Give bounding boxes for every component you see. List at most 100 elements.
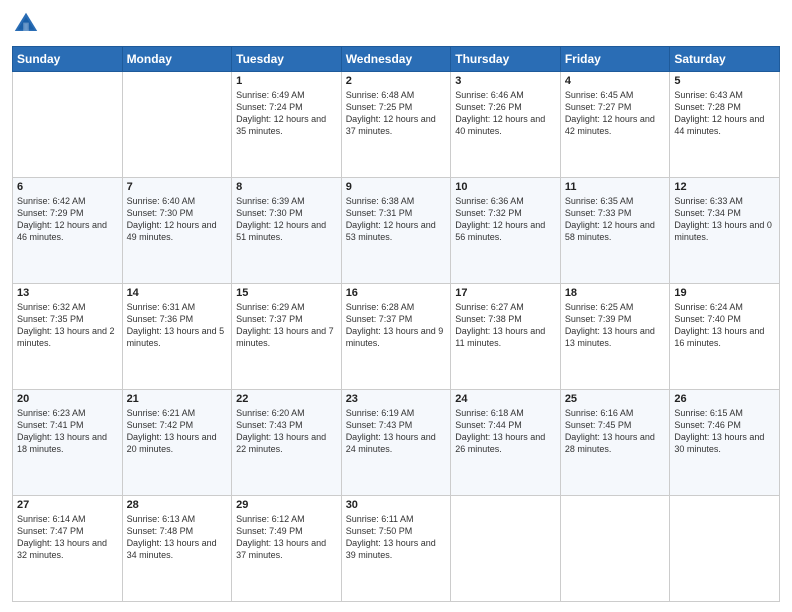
calendar-cell: 10 Sunrise: 6:36 AM Sunset: 7:32 PM Dayli… <box>451 178 561 284</box>
day-number: 18 <box>565 287 666 299</box>
calendar-cell <box>560 496 670 602</box>
day-number: 2 <box>346 75 447 87</box>
calendar-cell: 23Sunrise: 6:19 AM Sunset: 7:43 PM Dayli… <box>341 390 451 496</box>
header <box>12 10 780 38</box>
day-number: 25 <box>565 393 666 405</box>
day-info: Sunrise: 6:43 AM Sunset: 7:28 PM Dayligh… <box>674 89 775 138</box>
day-number: 21 <box>127 393 228 405</box>
day-info: Sunrise: 6:29 AM Sunset: 7:37 PM Dayligh… <box>236 301 337 350</box>
day-info: Sunrise: 6:36 AM Sunset: 7:32 PM Dayligh… <box>455 195 556 244</box>
day-number: 27 <box>17 499 118 511</box>
calendar-table: SundayMondayTuesdayWednesdayThursdayFrid… <box>12 46 780 602</box>
calendar-cell: 16 Sunrise: 6:28 AM Sunset: 7:37 PM Dayli… <box>341 284 451 390</box>
day-info: Sunrise: 6:39 AM Sunset: 7:30 PM Dayligh… <box>236 195 337 244</box>
day-number: 11 <box>565 181 666 193</box>
weekday-header-sunday: Sunday <box>13 47 123 72</box>
day-info: Sunrise: 6:25 AM Sunset: 7:39 PM Dayligh… <box>565 301 666 350</box>
day-info: Sunrise: 6:48 AM Sunset: 7:25 PM Dayligh… <box>346 89 447 138</box>
day-number: 10 <box>455 181 556 193</box>
day-info: Sunrise: 6:11 AM Sunset: 7:50 PM Dayligh… <box>346 513 447 562</box>
weekday-header-friday: Friday <box>560 47 670 72</box>
calendar-cell <box>670 496 780 602</box>
calendar-cell: 12 Sunrise: 6:33 AM Sunset: 7:34 PM Dayli… <box>670 178 780 284</box>
day-info: Sunrise: 6:40 AM Sunset: 7:30 PM Dayligh… <box>127 195 228 244</box>
calendar-week-3: 13Sunrise: 6:32 AM Sunset: 7:35 PM Dayli… <box>13 284 780 390</box>
calendar-cell: 11 Sunrise: 6:35 AM Sunset: 7:33 PM Dayli… <box>560 178 670 284</box>
weekday-header-thursday: Thursday <box>451 47 561 72</box>
calendar-cell: 27Sunrise: 6:14 AM Sunset: 7:47 PM Dayli… <box>13 496 123 602</box>
day-info: Sunrise: 6:19 AM Sunset: 7:43 PM Dayligh… <box>346 407 447 456</box>
day-info: Sunrise: 6:16 AM Sunset: 7:45 PM Dayligh… <box>565 407 666 456</box>
day-number: 15 <box>236 287 337 299</box>
day-info: Sunrise: 6:18 AM Sunset: 7:44 PM Dayligh… <box>455 407 556 456</box>
calendar-cell: 5 Sunrise: 6:43 AM Sunset: 7:28 PM Daylig… <box>670 72 780 178</box>
calendar-cell: 24 Sunrise: 6:18 AM Sunset: 7:44 PM Dayli… <box>451 390 561 496</box>
page: SundayMondayTuesdayWednesdayThursdayFrid… <box>0 0 792 612</box>
weekday-header-monday: Monday <box>122 47 232 72</box>
calendar-cell: 13Sunrise: 6:32 AM Sunset: 7:35 PM Dayli… <box>13 284 123 390</box>
day-number: 7 <box>127 181 228 193</box>
calendar-cell: 26 Sunrise: 6:15 AM Sunset: 7:46 PM Dayli… <box>670 390 780 496</box>
weekday-header-saturday: Saturday <box>670 47 780 72</box>
day-info: Sunrise: 6:35 AM Sunset: 7:33 PM Dayligh… <box>565 195 666 244</box>
day-number: 9 <box>346 181 447 193</box>
calendar-cell: 6 Sunrise: 6:42 AM Sunset: 7:29 PM Daylig… <box>13 178 123 284</box>
calendar-cell: 4 Sunrise: 6:45 AM Sunset: 7:27 PM Daylig… <box>560 72 670 178</box>
day-info: Sunrise: 6:20 AM Sunset: 7:43 PM Dayligh… <box>236 407 337 456</box>
day-info: Sunrise: 6:31 AM Sunset: 7:36 PM Dayligh… <box>127 301 228 350</box>
day-info: Sunrise: 6:45 AM Sunset: 7:27 PM Dayligh… <box>565 89 666 138</box>
day-info: Sunrise: 6:49 AM Sunset: 7:24 PM Dayligh… <box>236 89 337 138</box>
day-info: Sunrise: 6:38 AM Sunset: 7:31 PM Dayligh… <box>346 195 447 244</box>
day-number: 29 <box>236 499 337 511</box>
weekday-header-wednesday: Wednesday <box>341 47 451 72</box>
day-info: Sunrise: 6:12 AM Sunset: 7:49 PM Dayligh… <box>236 513 337 562</box>
calendar-cell: 8Sunrise: 6:39 AM Sunset: 7:30 PM Daylig… <box>232 178 342 284</box>
calendar-cell: 17 Sunrise: 6:27 AM Sunset: 7:38 PM Dayli… <box>451 284 561 390</box>
day-number: 24 <box>455 393 556 405</box>
calendar-cell: 9 Sunrise: 6:38 AM Sunset: 7:31 PM Daylig… <box>341 178 451 284</box>
day-info: Sunrise: 6:15 AM Sunset: 7:46 PM Dayligh… <box>674 407 775 456</box>
day-number: 5 <box>674 75 775 87</box>
day-number: 20 <box>17 393 118 405</box>
day-number: 16 <box>346 287 447 299</box>
calendar-cell: 25 Sunrise: 6:16 AM Sunset: 7:45 PM Dayli… <box>560 390 670 496</box>
logo <box>12 10 44 38</box>
calendar-cell <box>13 72 123 178</box>
day-info: Sunrise: 6:33 AM Sunset: 7:34 PM Dayligh… <box>674 195 775 244</box>
weekday-header-tuesday: Tuesday <box>232 47 342 72</box>
calendar-week-4: 20 Sunrise: 6:23 AM Sunset: 7:41 PM Dayli… <box>13 390 780 496</box>
day-number: 6 <box>17 181 118 193</box>
calendar-cell: 3 Sunrise: 6:46 AM Sunset: 7:26 PM Daylig… <box>451 72 561 178</box>
calendar-cell <box>451 496 561 602</box>
day-number: 14 <box>127 287 228 299</box>
day-number: 26 <box>674 393 775 405</box>
day-number: 28 <box>127 499 228 511</box>
day-number: 12 <box>674 181 775 193</box>
calendar-week-2: 6 Sunrise: 6:42 AM Sunset: 7:29 PM Daylig… <box>13 178 780 284</box>
calendar-cell: 7 Sunrise: 6:40 AM Sunset: 7:30 PM Daylig… <box>122 178 232 284</box>
day-info: Sunrise: 6:24 AM Sunset: 7:40 PM Dayligh… <box>674 301 775 350</box>
day-info: Sunrise: 6:27 AM Sunset: 7:38 PM Dayligh… <box>455 301 556 350</box>
calendar-cell: 28 Sunrise: 6:13 AM Sunset: 7:48 PM Dayli… <box>122 496 232 602</box>
day-info: Sunrise: 6:23 AM Sunset: 7:41 PM Dayligh… <box>17 407 118 456</box>
day-info: Sunrise: 6:42 AM Sunset: 7:29 PM Dayligh… <box>17 195 118 244</box>
calendar-week-5: 27Sunrise: 6:14 AM Sunset: 7:47 PM Dayli… <box>13 496 780 602</box>
day-number: 1 <box>236 75 337 87</box>
calendar-cell: 29 Sunrise: 6:12 AM Sunset: 7:49 PM Dayli… <box>232 496 342 602</box>
day-info: Sunrise: 6:21 AM Sunset: 7:42 PM Dayligh… <box>127 407 228 456</box>
day-number: 17 <box>455 287 556 299</box>
calendar-cell: 14 Sunrise: 6:31 AM Sunset: 7:36 PM Dayli… <box>122 284 232 390</box>
calendar-cell: 22 Sunrise: 6:20 AM Sunset: 7:43 PM Dayli… <box>232 390 342 496</box>
day-number: 3 <box>455 75 556 87</box>
day-number: 22 <box>236 393 337 405</box>
calendar-cell: 30 Sunrise: 6:11 AM Sunset: 7:50 PM Dayli… <box>341 496 451 602</box>
calendar-cell: 1 Sunrise: 6:49 AM Sunset: 7:24 PM Daylig… <box>232 72 342 178</box>
day-info: Sunrise: 6:46 AM Sunset: 7:26 PM Dayligh… <box>455 89 556 138</box>
weekday-header-row: SundayMondayTuesdayWednesdayThursdayFrid… <box>13 47 780 72</box>
day-number: 30 <box>346 499 447 511</box>
calendar-cell: 18 Sunrise: 6:25 AM Sunset: 7:39 PM Dayli… <box>560 284 670 390</box>
day-info: Sunrise: 6:28 AM Sunset: 7:37 PM Dayligh… <box>346 301 447 350</box>
calendar-cell: 15 Sunrise: 6:29 AM Sunset: 7:37 PM Dayli… <box>232 284 342 390</box>
day-info: Sunrise: 6:13 AM Sunset: 7:48 PM Dayligh… <box>127 513 228 562</box>
day-number: 4 <box>565 75 666 87</box>
